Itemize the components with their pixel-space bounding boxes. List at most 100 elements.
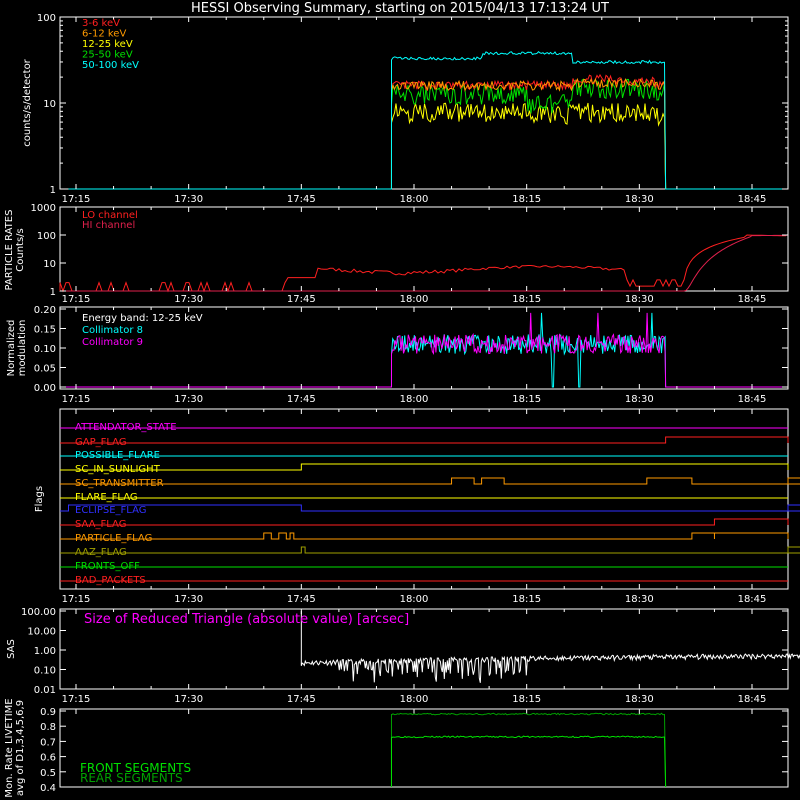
- x-tick-label: 17:30: [174, 394, 203, 405]
- legend-collimator-8: Collimator 8: [82, 325, 143, 336]
- x-tick-label: 18:45: [738, 694, 767, 705]
- y-tick-label: 0.00: [34, 383, 56, 394]
- x-tick-label: 18:45: [738, 594, 767, 605]
- livetime-ylabel-2: avg of D1,3,4,5,6,9: [15, 700, 26, 796]
- y-tick-label: 0.4: [40, 783, 56, 794]
- flag-line-PARTICLE_FLAG: [60, 532, 789, 540]
- particle-rates-plot: [59, 234, 788, 293]
- x-tick-label: 17:45: [287, 694, 316, 705]
- y-tick-label: 0.20: [34, 305, 56, 316]
- legend-12-25-kev: 12-25 keV: [82, 39, 133, 50]
- x-tick-label: 17:45: [287, 594, 316, 605]
- modulation-ylabel-2: modulation: [17, 320, 28, 377]
- y-tick-label: 0.01: [34, 685, 56, 696]
- particle-rates-legend: LO channelHI channel: [82, 210, 138, 231]
- hessi-summary-figure: HESSI Observing Summary, starting on 201…: [4, 1, 800, 798]
- panel-modulation: 0.00 0.05 0.10 0.15 0.20 17:15 17:30 17:45 18:0…: [6, 305, 789, 405]
- series-line-12-25-keV: [68, 101, 788, 190]
- modulation-ylabel-1: Normalized: [6, 320, 17, 377]
- y-tick-label: 1: [50, 287, 56, 298]
- legend-rear-segments: REAR SEGMENTS: [80, 771, 183, 785]
- flags-xticks: 17:15 17:30 17:45 18:00 18:15 18:30 18:45: [62, 409, 767, 605]
- y-tick-label: 100.00: [21, 607, 56, 618]
- particle-rates-yticks: 1 10 100 1000: [31, 203, 788, 298]
- flag-label-SC_TRANSMITTER: SC_TRANSMITTER: [75, 478, 164, 489]
- x-tick-label: 18:30: [625, 694, 654, 705]
- legend-hi-channel: HI channel: [82, 220, 135, 231]
- x-tick-label: 18:00: [400, 294, 429, 305]
- flag-label-SC_IN_SUNLIGHT: SC_IN_SUNLIGHT: [75, 464, 161, 475]
- y-tick-label: 0.5: [40, 768, 56, 779]
- x-tick-label: 17:15: [62, 694, 91, 705]
- flag-line-GAP_FLAG: [60, 436, 789, 444]
- flag-label-ECLIPSE_FLAG: ECLIPSE_FLAG: [75, 505, 146, 516]
- flag-label-GAP_FLAG: GAP_FLAG: [75, 437, 127, 448]
- flag-line-SAA_FLAG: [60, 518, 789, 526]
- series-line-LO-channel: [59, 234, 786, 293]
- panel-count-rates: 1 10 100 17:15 17:30 17:45 18:00 18:15 18:30 18:…: [22, 13, 789, 205]
- flag-label-SAA_FLAG: SAA_FLAG: [75, 519, 126, 530]
- x-tick-label: 17:30: [174, 694, 203, 705]
- flags-ylabel: Flags: [34, 486, 45, 512]
- x-tick-label: 17:45: [287, 194, 316, 205]
- series-line-Collimator-9: [60, 312, 788, 388]
- y-tick-label: 0.8: [40, 722, 56, 733]
- y-tick-label: 1: [50, 185, 56, 196]
- x-tick-label: 18:45: [738, 194, 767, 205]
- legend-3-6-kev: 3-6 keV: [82, 18, 120, 29]
- panel-flags: ATTENDATOR_STATE GAP_FLAG POSSIBLE_FLARE SC…: [34, 408, 800, 605]
- y-tick-label: 100: [37, 231, 56, 242]
- x-tick-label: 18:30: [625, 594, 654, 605]
- x-tick-label: 18:45: [738, 294, 767, 305]
- legend-50-100-kev: 50-100 keV: [82, 60, 139, 71]
- x-tick-label: 18:15: [512, 394, 541, 405]
- x-tick-label: 17:45: [287, 294, 316, 305]
- x-tick-label: 18:30: [625, 394, 654, 405]
- x-tick-label: 18:00: [400, 194, 429, 205]
- flag-line-AAZ_FLAG: [60, 546, 800, 554]
- flag-label-ATTENDATOR_STATE: ATTENDATOR_STATE: [75, 422, 177, 433]
- x-tick-label: 17:15: [62, 394, 91, 405]
- count-rates-plot: [68, 51, 788, 190]
- x-tick-label: 17:30: [174, 194, 203, 205]
- y-tick-label: 10.00: [27, 627, 56, 638]
- y-tick-label: 0.10: [34, 344, 56, 355]
- flag-label-PARTICLE_FLAG: PARTICLE_FLAG: [75, 533, 152, 544]
- livetime-ylabel-1: Mon. Rate LIVETIME: [4, 698, 15, 797]
- x-tick-label: 18:15: [512, 694, 541, 705]
- flag-line-ECLIPSE_FLAG: [60, 504, 800, 512]
- count-rates-legend: 3-6 keV6-12 keV12-25 keV25-50 keV50-100 …: [82, 18, 139, 71]
- flag-line-SC_TRANSMITTER: [60, 477, 800, 485]
- series-line-HI-channel: [60, 234, 788, 292]
- x-tick-label: 18:30: [625, 294, 654, 305]
- y-tick-label: 1000: [31, 203, 56, 214]
- y-tick-label: 0.6: [40, 753, 56, 764]
- panel-livetime: 0.4 0.5 0.6 0.7 0.8 0.9 FRONT SEGMENTSREAR SE…: [4, 698, 789, 798]
- panel-particle-rates: 1 10 100 1000 17:15 17:30 17:45 18:00 18:15 18:3…: [4, 203, 789, 305]
- flag-label-FLARE_FLAG: FLARE_FLAG: [75, 492, 138, 503]
- sas-ylabel: SAS: [6, 639, 17, 659]
- y-tick-label: 0.7: [40, 737, 56, 748]
- x-tick-label: 17:30: [174, 594, 203, 605]
- figure-title: HESSI Observing Summary, starting on 201…: [191, 1, 609, 16]
- x-tick-label: 17:15: [62, 194, 91, 205]
- y-tick-label: 0.9: [40, 707, 56, 718]
- series-line-6-12-keV: [68, 77, 788, 190]
- modulation-annotation: Energy band: 12-25 keV: [82, 313, 203, 324]
- flag-label-BAD_PACKETS: BAD_PACKETS: [75, 575, 146, 586]
- x-tick-label: 17:45: [287, 394, 316, 405]
- particle-rates-ylabel-1: PARTICLE RATES: [4, 210, 15, 291]
- series-line-Collimator-8: [60, 312, 788, 388]
- x-tick-label: 18:00: [400, 594, 429, 605]
- livetime-legend: FRONT SEGMENTSREAR SEGMENTS: [80, 761, 191, 785]
- y-tick-label: 10: [43, 259, 56, 270]
- x-tick-label: 18:15: [512, 194, 541, 205]
- flag-label-FRONTS_OFF: FRONTS_OFF: [75, 561, 140, 572]
- sas-annotation: Size of Reduced Triangle (absolute value…: [84, 612, 409, 627]
- count-rates-yticks: 1 10 100: [37, 13, 788, 196]
- flag-label-POSSIBLE_FLARE: POSSIBLE_FLARE: [75, 450, 160, 461]
- x-tick-label: 17:30: [174, 294, 203, 305]
- x-tick-label: 18:15: [512, 594, 541, 605]
- series-line-3-6-keV: [68, 73, 788, 190]
- x-tick-label: 18:15: [512, 294, 541, 305]
